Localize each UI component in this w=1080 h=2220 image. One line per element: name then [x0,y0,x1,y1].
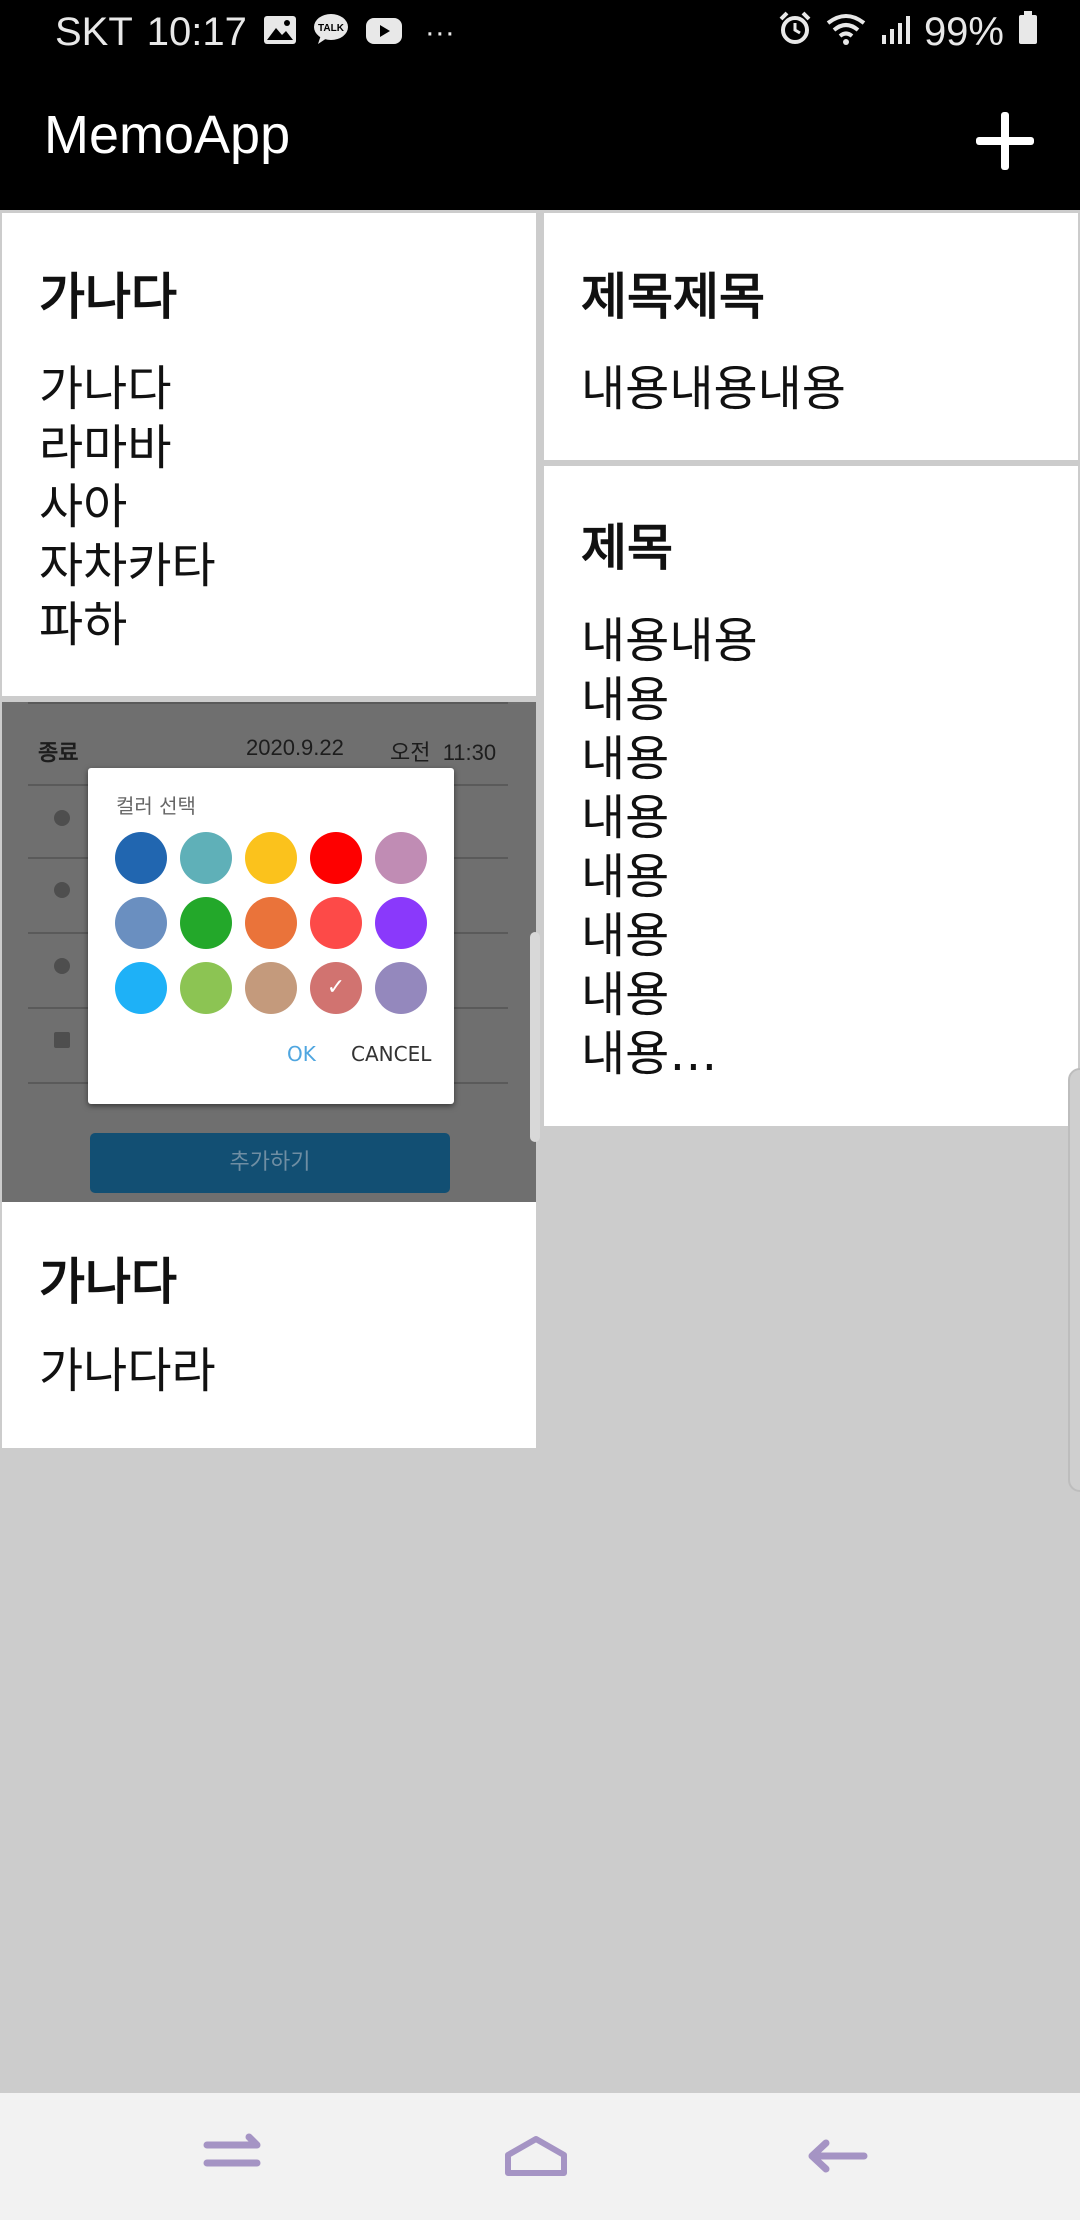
memo-title: 제목제목 [581,268,765,326]
color-swatch [115,832,167,884]
memo-body: 내용내용내용 [581,361,846,417]
thumb-add-button: 추가하기 [90,1133,450,1193]
color-swatch [375,832,427,884]
memo-title: 가나다 [39,268,177,326]
color-swatch [115,897,167,949]
battery-icon [1018,10,1038,55]
thumb-row-label: 종료 [38,740,79,765]
kakaotalk-icon: TALK [313,10,349,55]
memo-card[interactable]: 종료 2020.9.22 오전 11:30 컬러 선택 ✓ OK CANCEL … [2,702,536,1448]
cancel-button: CANCEL [351,1042,432,1066]
navigation-bar [0,2093,1080,2220]
color-swatch [180,897,232,949]
memo-body: 가나다라 [39,1343,216,1399]
memo-image: 종료 2020.9.22 오전 11:30 컬러 선택 ✓ OK CANCEL … [2,702,536,1202]
app-title: MemoApp [44,105,291,165]
back-icon [808,2139,868,2173]
status-right: 99% [764,10,1038,55]
divider [28,702,508,704]
gallery-icon [263,10,297,55]
edge-panel-handle[interactable] [1068,1068,1080,1492]
youtube-icon [365,10,403,55]
color-swatch [245,962,297,1014]
scroll-handle[interactable] [530,932,540,1142]
memo-title: 제목 [581,519,673,577]
back-button[interactable] [798,2119,878,2189]
status-bar: SKT 10:17 TALK ··· 99% [0,0,1080,66]
memo-card[interactable]: 제목제목 내용내용내용 [544,213,1078,460]
color-swatch [375,897,427,949]
talk-badge: TALK [318,23,345,34]
color-swatch [245,897,297,949]
ok-button: OK [287,1042,316,1066]
add-memo-button[interactable] [970,106,1040,176]
color-swatch [310,832,362,884]
dialog-title: 컬러 선택 [116,794,196,818]
pencil-icon [54,1032,70,1048]
thumb-date: 2020.9.22 [246,735,344,760]
alarm-icon [778,10,812,55]
carrier: SKT [55,10,133,54]
color-swatch [375,962,427,1014]
memo-card[interactable]: 가나다 가나다 라마바 사아 자차카타 파하 [2,213,536,696]
app-bar: MemoApp [0,66,1080,210]
color-drop-icon [54,958,70,974]
home-icon [505,2136,567,2176]
recents-icon [203,2133,261,2167]
color-swatch [245,832,297,884]
memo-card[interactable]: 제목 내용내용 내용 내용 내용 내용 내용 내용 내용… [544,466,1078,1126]
color-swatch [180,962,232,1014]
color-swatch [115,962,167,1014]
location-icon [54,810,70,826]
color-swatch [180,832,232,884]
bell-icon [54,882,70,898]
memo-title: 가나다 [39,1253,177,1311]
clock: 10:17 [146,10,247,54]
thumb-time: 오전 11:30 [390,740,497,765]
more-dots-icon: ··· [424,15,455,49]
memo-body: 내용내용 내용 내용 내용 내용 내용 내용 내용… [581,613,758,1082]
color-swatch [310,897,362,949]
battery-level: 99% [923,10,1004,54]
memo-body: 가나다 라마바 사아 자차카타 파하 [39,361,216,653]
color-swatch: ✓ [310,962,362,1014]
signal-icon [880,10,910,55]
color-picker-dialog: 컬러 선택 ✓ OK CANCEL [88,768,454,1104]
home-button[interactable] [496,2119,576,2189]
recents-button[interactable] [193,2119,273,2189]
wifi-icon [826,10,866,55]
status-left: SKT 10:17 TALK ··· [55,10,455,55]
